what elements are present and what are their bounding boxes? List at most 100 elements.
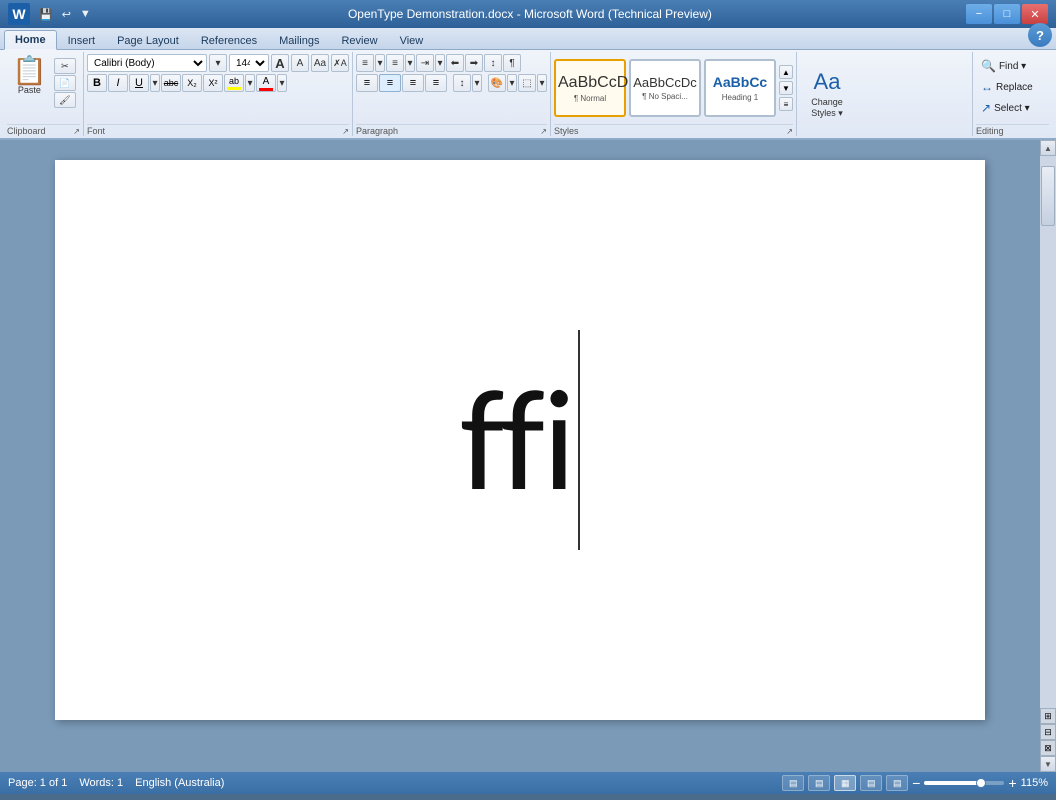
save-button[interactable]: 💾 [36, 6, 56, 23]
superscript-button[interactable]: X² [203, 74, 223, 92]
text-highlight-button[interactable]: ab [224, 74, 244, 92]
style-heading1-preview: AaBbCc [708, 74, 772, 91]
paragraph-expand[interactable]: ↗ [540, 127, 547, 136]
help-button[interactable]: ? [1028, 23, 1052, 47]
change-case-button[interactable]: Aa [311, 54, 329, 72]
document-page[interactable]: ffi [55, 160, 985, 720]
status-left: Page: 1 of 1 Words: 1 English (Australia… [8, 777, 224, 789]
shrink-font-button[interactable]: A [291, 54, 309, 72]
style-normal[interactable]: AaBbCcDc ¶ Normal [554, 59, 626, 117]
tab-mailings[interactable]: Mailings [268, 31, 330, 50]
tab-insert[interactable]: Insert [57, 31, 107, 50]
word-count: Words: 1 [79, 777, 123, 789]
align-right-button[interactable]: ≡ [402, 74, 424, 92]
scroll-zoom-btn1[interactable]: ⊞ [1040, 708, 1056, 724]
editing-group: 🔍 Find ▾ ↔ Replace ↗ Select ▾ Editing [972, 52, 1052, 136]
align-left-button[interactable]: ≡ [356, 74, 378, 92]
select-button[interactable]: ↗ Select ▾ [976, 98, 1035, 118]
font-name-dropdown[interactable]: ▾ [209, 54, 227, 72]
multilevel-list-button[interactable]: ⇥ [416, 54, 434, 72]
view-outline-button[interactable]: ▤ [860, 775, 882, 791]
style-no-spacing[interactable]: AaBbCcDc ¶ No Spaci... [629, 59, 701, 117]
minimize-button[interactable]: − [966, 4, 992, 24]
numbering-dropdown[interactable]: ▾ [405, 54, 415, 72]
text-cursor [578, 330, 580, 550]
maximize-button[interactable]: □ [994, 4, 1020, 24]
bold-button[interactable]: B [87, 74, 107, 92]
font-color-button[interactable]: A [256, 74, 276, 92]
view-print-button[interactable]: ▤ [782, 775, 804, 791]
style-no-spacing-preview: AaBbCcDc [633, 75, 697, 91]
clear-format-button[interactable]: ✗A [331, 54, 349, 72]
line-spacing-dropdown[interactable]: ▾ [472, 74, 482, 92]
undo-button[interactable]: ↩ [59, 6, 74, 23]
replace-button[interactable]: ↔ Replace [976, 77, 1038, 97]
italic-button[interactable]: I [108, 74, 128, 92]
close-button[interactable]: ✕ [1022, 4, 1048, 24]
align-center-button[interactable]: ≡ [379, 74, 401, 92]
subscript-button[interactable]: X₂ [182, 74, 202, 92]
font-color-dropdown[interactable]: ▾ [277, 74, 287, 92]
scroll-up-button[interactable]: ▲ [1040, 140, 1056, 156]
bullets-dropdown[interactable]: ▾ [375, 54, 385, 72]
view-draft-button[interactable]: ▤ [886, 775, 908, 791]
paste-button[interactable]: 📋 Paste [7, 54, 52, 98]
highlight-dropdown[interactable]: ▾ [245, 74, 255, 92]
decrease-indent-button[interactable]: ⬅ [446, 54, 464, 72]
tab-references[interactable]: References [190, 31, 268, 50]
scroll-zoom-btn3[interactable]: ⊠ [1040, 740, 1056, 756]
tab-view[interactable]: View [389, 31, 435, 50]
borders-dropdown[interactable]: ▾ [537, 74, 547, 92]
format-painter-button[interactable]: 🖌 [54, 92, 76, 108]
font-name-select[interactable]: Calibri (Body) [87, 54, 207, 72]
cut-button[interactable]: ✂ [54, 58, 76, 74]
zoom-out-button[interactable]: − [912, 776, 920, 790]
justify-button[interactable]: ≡ [425, 74, 447, 92]
underline-button[interactable]: U [129, 74, 149, 92]
window-controls: − □ ✕ [966, 4, 1048, 24]
zoom-in-button[interactable]: + [1008, 776, 1016, 790]
zoom-handle[interactable] [976, 778, 986, 788]
view-web-button[interactable]: ▦ [834, 775, 856, 791]
sort-button[interactable]: ↕ [484, 54, 502, 72]
shading-button[interactable]: 🎨 [488, 74, 506, 92]
styles-expand[interactable]: ↗ [786, 127, 793, 136]
styles-up-button[interactable]: ▲ [779, 65, 793, 79]
quick-access-dropdown[interactable]: ▼ [77, 6, 94, 22]
grow-font-button[interactable]: A [271, 54, 289, 72]
numbering-button[interactable]: ≡ [386, 54, 404, 72]
zoom-slider[interactable] [924, 781, 1004, 785]
main-area: ffi ▲ ⊞ ⊟ ⊠ ▼ [0, 140, 1056, 772]
view-fullscreen-button[interactable]: ▤ [808, 775, 830, 791]
scroll-thumb[interactable] [1041, 166, 1055, 226]
language-indicator[interactable]: English (Australia) [135, 777, 224, 789]
tab-review[interactable]: Review [330, 31, 388, 50]
styles-label: Styles↗ [554, 124, 793, 136]
scroll-zoom-btn2[interactable]: ⊟ [1040, 724, 1056, 740]
font-expand[interactable]: ↗ [342, 127, 349, 136]
scroll-track[interactable] [1040, 156, 1056, 708]
tab-page-layout[interactable]: Page Layout [106, 31, 190, 50]
tab-home[interactable]: Home [4, 30, 57, 50]
styles-down-button[interactable]: ▼ [779, 81, 793, 95]
editing-label: Editing [976, 124, 1049, 136]
borders-button[interactable]: ⬚ [518, 74, 536, 92]
change-styles-button[interactable]: Aa ChangeStyles ▾ [804, 64, 850, 124]
style-heading1[interactable]: AaBbCc Heading 1 [704, 59, 776, 117]
styles-more-button[interactable]: ≡ [779, 97, 793, 111]
font-size-select[interactable]: 144 [229, 54, 269, 72]
multilevel-dropdown[interactable]: ▾ [435, 54, 445, 72]
show-hide-button[interactable]: ¶ [503, 54, 521, 72]
shading-dropdown[interactable]: ▾ [507, 74, 517, 92]
document-wrapper[interactable]: ffi [0, 140, 1040, 772]
underline-dropdown[interactable]: ▾ [150, 74, 160, 92]
bullets-button[interactable]: ≡ [356, 54, 374, 72]
strikethrough-button[interactable]: abc [161, 74, 181, 92]
clipboard-expand[interactable]: ↗ [73, 127, 80, 136]
increase-indent-button[interactable]: ➡ [465, 54, 483, 72]
replace-label: Replace [996, 82, 1033, 93]
copy-button[interactable]: 📄 [54, 75, 76, 91]
scroll-down-button[interactable]: ▼ [1040, 756, 1056, 772]
line-spacing-button[interactable]: ↕ [453, 74, 471, 92]
find-button[interactable]: 🔍 Find ▾ [976, 56, 1031, 76]
